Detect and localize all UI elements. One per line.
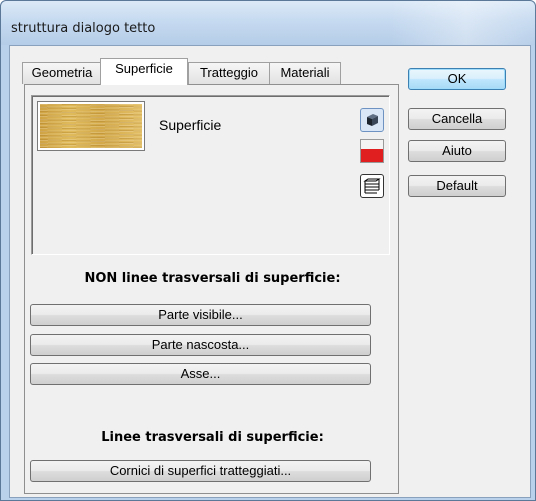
tab-geometria[interactable]: Geometria [22, 62, 102, 84]
color-picker-icon[interactable] [360, 139, 384, 163]
visible-part-button[interactable]: Parte visibile... [30, 304, 371, 326]
default-button[interactable]: Default [408, 175, 506, 197]
tab-superficie[interactable]: Superficie [100, 58, 188, 85]
ok-button[interactable]: OK [408, 68, 506, 90]
3d-cube-icon[interactable] [360, 108, 384, 132]
transversal-heading: Linee trasversali di superficie: [101, 430, 324, 445]
hatched-surface-frames-button[interactable]: Cornici di superfici tratteggiati... [30, 460, 371, 482]
help-button[interactable]: Aiuto [408, 140, 506, 162]
tab-materiali[interactable]: Materiali [269, 62, 341, 84]
title-glass-highlight [391, 1, 536, 45]
hatch-pattern-icon[interactable] [360, 174, 384, 198]
tab-tratteggio[interactable]: Tratteggio [188, 62, 270, 84]
dialog-window: struttura dialogo tetto Geometria Superf… [0, 0, 536, 501]
dialog-client-area: Geometria Superficie Tratteggio Material… [9, 45, 531, 498]
window-title: struttura dialogo tetto [11, 21, 156, 36]
tab-panel-superficie: Superficie NON linee trasversali di supe… [24, 84, 399, 494]
axis-button[interactable]: Asse... [30, 363, 371, 385]
hidden-part-button[interactable]: Parte nascosta... [30, 334, 371, 356]
title-bar[interactable]: struttura dialogo tetto [1, 1, 536, 45]
surface-preview-area: Superficie [31, 95, 390, 255]
cancel-button[interactable]: Cancella [408, 108, 506, 130]
surface-swatch-label: Superficie [159, 117, 222, 133]
surface-swatch[interactable] [37, 101, 145, 151]
non-transversal-heading: NON linee trasversali di superficie: [84, 271, 341, 286]
